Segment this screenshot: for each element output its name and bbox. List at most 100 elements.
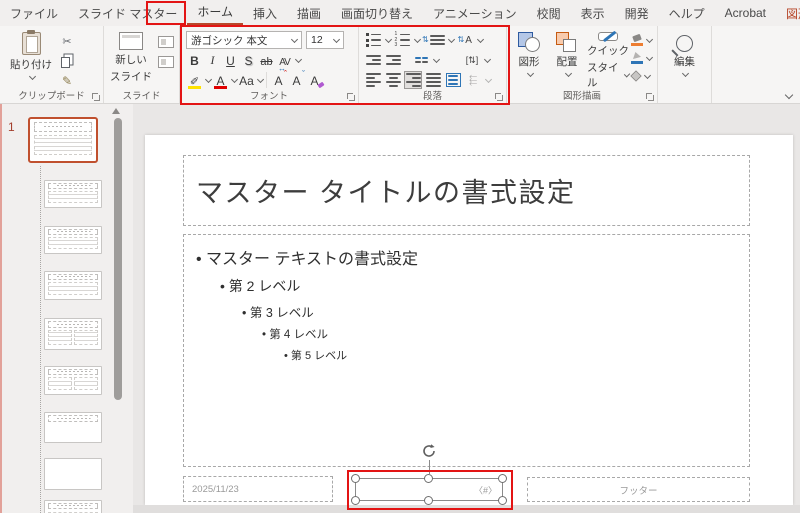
slide-number-token: 〈#〉 bbox=[473, 485, 497, 495]
thumbnail-layout-6[interactable] bbox=[44, 412, 102, 443]
slide-master-editing-surface[interactable]: マスター タイトルの書式設定 マスター テキストの書式設定 第 2 レベル 第 … bbox=[145, 135, 793, 505]
shape-effects-button[interactable] bbox=[630, 68, 652, 84]
tab-home[interactable]: ホーム bbox=[187, 0, 243, 26]
bullets-dropdown-icon[interactable] bbox=[384, 35, 393, 43]
text-direction-button[interactable]: ⇅ A bbox=[456, 31, 474, 49]
change-case-dropdown-icon[interactable] bbox=[256, 75, 265, 83]
italic-button[interactable]: I bbox=[204, 51, 221, 69]
thumbnail-layout-5[interactable] bbox=[44, 366, 102, 395]
tab-help[interactable]: ヘルプ bbox=[659, 0, 715, 26]
bullets-button[interactable] bbox=[364, 31, 382, 49]
justify-button[interactable] bbox=[424, 71, 442, 89]
smartart-dropdown-icon[interactable] bbox=[484, 75, 493, 83]
tab-slide-master[interactable]: スライド マスター bbox=[68, 0, 187, 26]
font-name-combobox[interactable]: 游ゴシック 本文 bbox=[186, 31, 302, 49]
selection-handle-bottom-right[interactable] bbox=[498, 496, 507, 505]
tab-developer[interactable]: 開発 bbox=[615, 0, 659, 26]
tab-shape-format[interactable]: 図形の書式 bbox=[776, 0, 800, 26]
font-color-dropdown-icon[interactable] bbox=[230, 75, 239, 83]
paste-dropdown-icon[interactable] bbox=[28, 72, 36, 81]
thumbnail-layout-4[interactable] bbox=[44, 318, 102, 350]
font-dialog-launcher-icon[interactable] bbox=[346, 92, 355, 101]
format-painter-button[interactable]: ✎ bbox=[56, 72, 78, 89]
new-slide-button[interactable]: 新しい スライド bbox=[110, 30, 152, 90]
selection-handle-top-right[interactable] bbox=[498, 474, 507, 483]
font-size-combobox[interactable]: 12 bbox=[306, 31, 344, 49]
slide-number-placeholder-selected[interactable]: 〈#〉 bbox=[351, 444, 507, 505]
text-direction-dropdown-icon[interactable] bbox=[476, 35, 484, 43]
align-left-button[interactable] bbox=[364, 71, 382, 89]
quick-styles-button[interactable]: クイック スタイル bbox=[587, 30, 631, 90]
selection-handle-bottom-left[interactable] bbox=[351, 496, 360, 505]
align-text-button[interactable]: [⇅] bbox=[463, 51, 481, 69]
tab-file[interactable]: ファイル bbox=[0, 0, 68, 26]
character-spacing-button[interactable]: AV bbox=[276, 51, 293, 73]
slide-layout-button[interactable] bbox=[155, 33, 177, 50]
tab-animations[interactable]: アニメーション bbox=[423, 0, 527, 26]
shapes-button[interactable]: 図形 bbox=[511, 30, 547, 90]
align-right-button[interactable] bbox=[404, 71, 422, 89]
bold-button[interactable]: B bbox=[186, 51, 203, 69]
text-shadow-button[interactable]: S bbox=[240, 51, 257, 69]
tab-insert[interactable]: 挿入 bbox=[243, 0, 287, 26]
increase-font-size-button[interactable]: A bbox=[270, 69, 287, 89]
title-placeholder[interactable]: マスター タイトルの書式設定 bbox=[183, 155, 750, 226]
search-icon bbox=[676, 35, 693, 52]
shape-fill-button[interactable] bbox=[631, 32, 654, 48]
body-level-5: 第 5 レベル bbox=[284, 347, 749, 363]
cut-button[interactable]: ✂ bbox=[56, 33, 78, 50]
line-spacing-button[interactable]: ⇅ bbox=[422, 31, 445, 49]
thumbnail-layout-7[interactable] bbox=[44, 458, 102, 490]
tab-transitions[interactable]: 画面切り替え bbox=[331, 0, 423, 26]
selection-handle-top-middle[interactable] bbox=[424, 474, 433, 483]
thumbnail-layout-8[interactable] bbox=[44, 500, 102, 513]
editing-button[interactable]: 編集 bbox=[660, 30, 709, 90]
body-placeholder[interactable]: マスター テキストの書式設定 第 2 レベル 第 3 レベル 第 4 レベル 第… bbox=[183, 234, 750, 467]
convert-smartart-button[interactable]: ⬱ bbox=[464, 71, 482, 89]
line-spacing-dropdown-icon[interactable] bbox=[447, 35, 455, 43]
thumbnail-master-slide[interactable] bbox=[28, 117, 98, 163]
shape-outline-button[interactable] bbox=[631, 50, 654, 66]
strikethrough-button[interactable]: ab bbox=[258, 51, 275, 69]
tab-review[interactable]: 校閲 bbox=[527, 0, 571, 26]
align-center-button[interactable] bbox=[384, 71, 402, 89]
highlight-dropdown-icon[interactable] bbox=[204, 75, 213, 83]
paragraph-dialog-launcher-icon[interactable] bbox=[494, 92, 503, 101]
tab-view[interactable]: 表示 bbox=[571, 0, 615, 26]
thumbnail-layout-3[interactable] bbox=[44, 271, 102, 300]
rotation-handle-icon[interactable] bbox=[421, 443, 437, 459]
arrange-button[interactable]: 配置 bbox=[549, 30, 585, 90]
date-placeholder[interactable]: 2025/11/23 bbox=[183, 476, 333, 502]
decrease-font-size-button[interactable]: A bbox=[288, 69, 305, 89]
selection-handle-bottom-middle[interactable] bbox=[424, 496, 433, 505]
columns-button[interactable] bbox=[412, 51, 430, 69]
align-text-dropdown-icon[interactable] bbox=[483, 55, 492, 63]
increase-indent-button[interactable] bbox=[384, 51, 402, 69]
numbering-dropdown-icon[interactable] bbox=[413, 35, 422, 43]
underline-button[interactable]: U bbox=[222, 51, 239, 69]
selection-handle-top-left[interactable] bbox=[351, 474, 360, 483]
decrease-indent-button[interactable] bbox=[364, 51, 382, 69]
distribute-text-button[interactable] bbox=[444, 71, 462, 89]
collapse-ribbon-icon[interactable] bbox=[784, 90, 794, 100]
footer-placeholder[interactable]: フッター bbox=[527, 477, 750, 502]
distribute-text-icon bbox=[445, 72, 461, 88]
scrollbar-up-icon[interactable] bbox=[112, 108, 120, 114]
tab-draw[interactable]: 描画 bbox=[287, 0, 331, 26]
thumbnail-layout-1[interactable] bbox=[44, 180, 102, 208]
copy-button[interactable] bbox=[56, 53, 78, 70]
columns-dropdown-icon[interactable] bbox=[432, 55, 441, 63]
numbering-button[interactable]: 123 bbox=[393, 31, 411, 49]
font-color-button[interactable]: A bbox=[212, 71, 229, 89]
clipboard-dialog-launcher-icon[interactable] bbox=[91, 92, 100, 101]
thumbnail-layout-2[interactable] bbox=[44, 226, 102, 254]
thumbnail-scrollbar[interactable] bbox=[114, 118, 122, 400]
change-case-button[interactable]: Aa bbox=[238, 71, 255, 89]
drawing-dialog-launcher-icon[interactable] bbox=[645, 92, 654, 101]
paste-button[interactable]: 貼り付け bbox=[10, 30, 52, 90]
highlight-color-button[interactable]: ✐ bbox=[186, 71, 203, 89]
clear-formatting-button[interactable]: A bbox=[306, 71, 323, 89]
reset-slide-button[interactable] bbox=[155, 53, 177, 70]
tab-acrobat[interactable]: Acrobat bbox=[715, 0, 776, 26]
character-spacing-dropdown-icon[interactable] bbox=[294, 55, 303, 63]
